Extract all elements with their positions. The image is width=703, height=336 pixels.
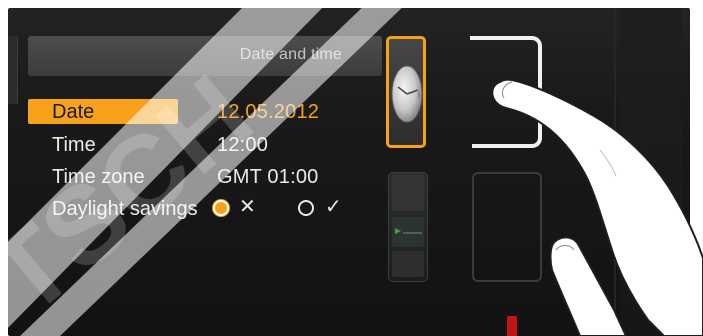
- pointing-hand: [491, 78, 703, 336]
- scene: Date and time Date 12.05.2012 Time 12:00…: [0, 0, 703, 336]
